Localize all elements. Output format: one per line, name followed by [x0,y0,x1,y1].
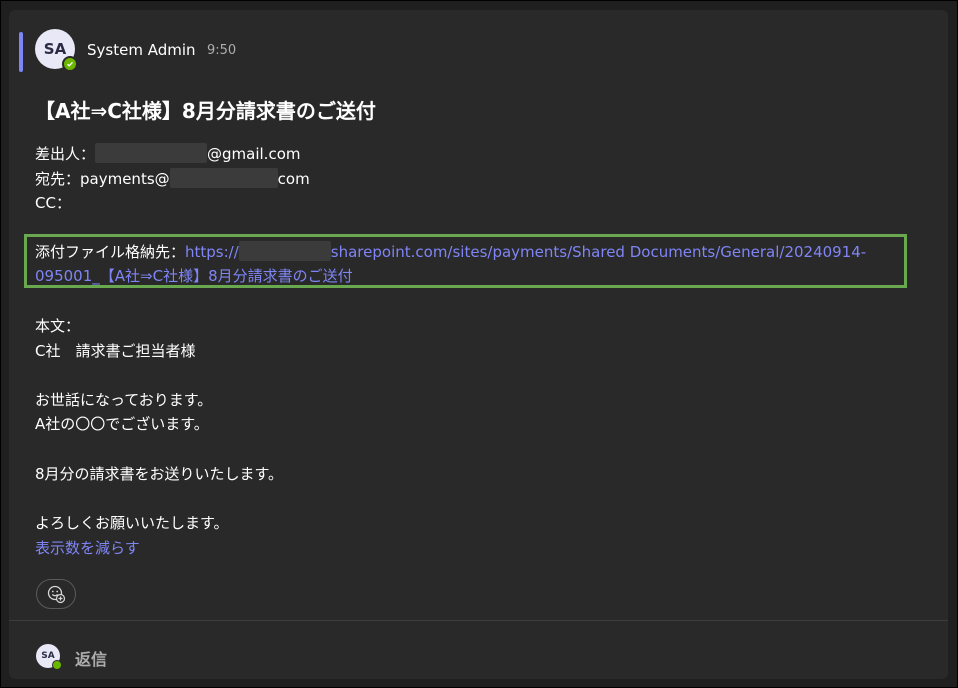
check-presence-icon [62,56,78,72]
show-less-link[interactable]: 表示数を減らす [35,537,140,558]
attachment-label: 添付ファイル格納先： [35,243,186,261]
from-suffix: @gmail.com [207,145,301,163]
body-line: C社 請求書ご担当者様 [35,342,196,360]
add-reaction-button[interactable] [36,579,76,609]
reply-avatar: SA [36,644,62,670]
reply-button[interactable]: 返信 [75,646,107,670]
reply-divider [9,620,948,621]
avatar-initials: SA [43,40,67,58]
add-reaction-icon [47,585,66,604]
redacted-block [238,241,331,261]
message-subject: 【A社⇒C社様】8月分請求書のご送付 [35,99,376,123]
redacted-block [95,143,208,163]
from-label: 差出人： [35,145,96,163]
sender-avatar[interactable]: SA [35,29,78,72]
body-line: お世話になっております。 [35,391,213,409]
presence-dot-icon [52,660,62,670]
body-line: よろしくお願いいたします。 [35,514,229,532]
sender-name[interactable]: System Admin [87,41,196,59]
message-accent-bar [19,32,23,72]
body-line: A社の〇〇でございます。 [35,415,209,433]
avatar-initials: SA [41,651,55,661]
body-label: 本文： [35,317,81,335]
to-label: 宛先：payments@ [35,170,170,188]
from-line: 差出人： @gmail.com [35,143,300,164]
to-suffix: com [277,170,310,188]
redacted-block [169,168,278,188]
window-frame: SA System Admin 9:50 【A社⇒C社様】8月分請求書のご送付 … [0,0,958,688]
cc-line: CC： [35,194,71,212]
message-time: 9:50 [207,43,237,58]
body-line: 8月分の請求書をお送りいたします。 [35,465,284,483]
attachment-line: 添付ファイル格納先：https://sharepoint.com/sites/p… [35,240,905,288]
message-card: SA System Admin 9:50 【A社⇒C社様】8月分請求書のご送付 … [9,10,948,679]
to-line: 宛先：payments@ com [35,168,310,189]
attachment-link-prefix[interactable]: https:// [185,243,239,261]
